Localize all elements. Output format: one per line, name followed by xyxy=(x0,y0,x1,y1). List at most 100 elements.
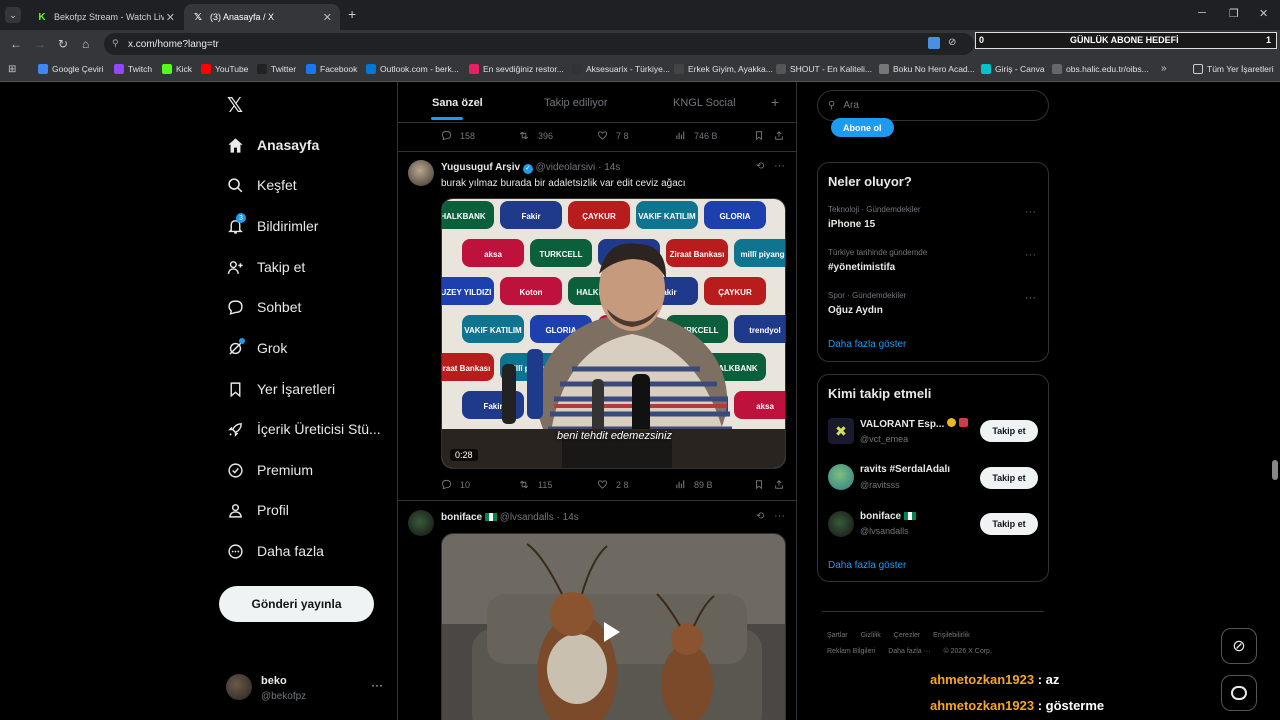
nav-item-rocket[interactable]: İçerik Üreticisi Stü... xyxy=(226,420,381,438)
more-options-icon[interactable]: ··· xyxy=(1025,249,1036,261)
more-options-icon[interactable]: ··· xyxy=(1025,292,1036,304)
new-tab-button[interactable]: + xyxy=(348,6,356,22)
nav-item-person-plus[interactable]: Takip et xyxy=(226,258,305,276)
more-options-icon[interactable]: ··· xyxy=(1025,206,1036,218)
close-tab-icon[interactable]: ✕ xyxy=(323,11,332,24)
bookmark-item[interactable]: SHOUT - En Kaliteli... xyxy=(776,64,872,74)
share-icon[interactable] xyxy=(774,130,788,141)
address-bar[interactable]: ⚲ x.com/home?lang=tr xyxy=(104,33,974,55)
show-more-trends[interactable]: Daha fazla göster xyxy=(828,339,906,350)
eye-off-icon[interactable]: ⊘ xyxy=(948,37,960,49)
bookmark-item[interactable]: YouTube xyxy=(201,64,248,74)
bookmark-item[interactable]: Twitter xyxy=(257,64,296,74)
bookmark-item[interactable]: Erkek Giyim, Ayakka... xyxy=(674,64,773,74)
bookmark-item[interactable]: Kick xyxy=(162,64,192,74)
avatar[interactable] xyxy=(828,464,854,490)
show-more-who[interactable]: Daha fazla göster xyxy=(828,560,906,571)
replie-button[interactable]: 10 xyxy=(441,479,470,490)
follow-button[interactable]: Takip et xyxy=(980,513,1038,535)
bookmark-icon[interactable] xyxy=(754,130,768,141)
tab-kngl-social[interactable]: KNGL Social xyxy=(673,97,736,109)
grok-float-button[interactable]: ⊘ xyxy=(1221,628,1257,664)
author-handle[interactable]: @lvsandalls xyxy=(500,512,554,523)
add-tab-icon[interactable]: + xyxy=(771,94,779,110)
all-bookmarks-folder[interactable]: Tüm Yer İşaretleri xyxy=(1193,64,1274,74)
tab-for-you[interactable]: Sana özel xyxy=(432,97,483,109)
repost-button[interactable]: 396 xyxy=(518,130,553,141)
author-handle[interactable]: @videolarsivi xyxy=(536,162,596,173)
footer-link[interactable]: Erişilebilirlik xyxy=(933,632,970,639)
bookmark-item[interactable]: Boku No Hero Acad... xyxy=(879,64,975,74)
footer-link[interactable]: Reklam Bilgileri xyxy=(827,648,875,655)
avatar[interactable] xyxy=(828,511,854,537)
who-name-text[interactable]: boniface xyxy=(860,511,901,522)
avatar[interactable] xyxy=(408,160,434,186)
back-icon[interactable]: ← xyxy=(10,37,22,51)
site-info-icon[interactable]: ⚲ xyxy=(112,38,119,49)
more-options-icon[interactable]: ··· xyxy=(774,510,785,522)
grok-icon[interactable]: ⟲ xyxy=(756,161,764,172)
search-input[interactable]: ⚲ Ara xyxy=(817,90,1049,121)
avatar[interactable] xyxy=(408,510,434,536)
grok-icon[interactable]: ⟲ xyxy=(756,511,764,522)
follow-button[interactable]: Takip et xyxy=(980,467,1038,489)
who-name[interactable]: ravits #SerdalAdalı xyxy=(860,464,950,475)
nav-item-bookmark[interactable]: Yer İşaretleri xyxy=(226,380,335,398)
forward-icon[interactable]: → xyxy=(34,37,46,51)
scrollbar-thumb[interactable] xyxy=(1272,460,1278,480)
tweet-time[interactable]: 14s xyxy=(604,162,620,173)
follow-button[interactable]: Takip et xyxy=(980,420,1038,442)
avatar[interactable]: ✖ xyxy=(828,418,854,444)
bookmark-icon[interactable] xyxy=(754,479,768,490)
tab-kick-stream[interactable]: K Bekofpz Stream - Watch Live on ✕ xyxy=(28,4,183,30)
who-name-text[interactable]: VALORANT Esp... xyxy=(860,419,944,430)
trend-item[interactable]: Spor · Gündemdekiler Oğuz Aydın xyxy=(828,291,906,316)
bookmark-item[interactable]: Google Çeviri xyxy=(38,64,104,74)
replie-button[interactable]: 158 xyxy=(441,130,475,141)
messages-float-button[interactable] xyxy=(1221,675,1257,711)
author-name[interactable]: boniface xyxy=(441,512,482,523)
bookmark-item[interactable]: En sevdiğiniz restor... xyxy=(469,64,564,74)
nav-item-bell[interactable]: 3 Bildirimler xyxy=(226,213,318,235)
x-logo-icon[interactable]: 𝕏 xyxy=(227,93,243,118)
bookmark-item[interactable]: Facebook xyxy=(306,64,357,74)
trend-item[interactable]: Türkiye tarihinde gündemde #yönetimistifa xyxy=(828,248,927,273)
post-button[interactable]: Gönderi yayınla xyxy=(219,586,374,622)
extension-icon[interactable] xyxy=(928,37,940,49)
tweet-video[interactable]: HALKBANK Fakir ÇAYKUR VAKIF KATILIM GLORIA ak… xyxy=(441,198,786,469)
bookmark-item[interactable]: Aksesuarix - Türkiye... xyxy=(572,64,670,74)
footer-link[interactable]: Gizlilik xyxy=(861,632,881,639)
share-icon[interactable] xyxy=(774,479,788,490)
bookmark-item[interactable]: Giriş - Canva xyxy=(981,64,1045,74)
tab-x-home[interactable]: 𝕏 (3) Anasayfa / X ✕ xyxy=(184,4,340,30)
home-button-icon[interactable]: ⌂ xyxy=(82,37,89,51)
footer-link[interactable]: Daha fazla ··· xyxy=(888,648,930,655)
tweet-video[interactable] xyxy=(441,533,786,720)
footer-link[interactable]: Çerezler xyxy=(894,632,920,639)
close-window-icon[interactable]: ✕ xyxy=(1259,7,1268,20)
bookmark-item[interactable]: Twitch xyxy=(114,64,152,74)
footer-link[interactable]: Şartlar xyxy=(827,632,848,639)
tweet-time[interactable]: 14s xyxy=(563,512,579,523)
view-button[interactable]: 746 B xyxy=(675,130,718,141)
nav-item-search[interactable]: Keşfet xyxy=(226,176,297,194)
nav-item-verified[interactable]: Premium xyxy=(226,461,313,479)
trend-item[interactable]: Teknoloji · Gündemdekiler iPhone 15 xyxy=(828,205,921,230)
more-options-icon[interactable]: ··· xyxy=(774,160,785,172)
nav-item-person[interactable]: Profil xyxy=(226,501,289,519)
bookmark-item[interactable]: obs.halic.edu.tr/oibs... xyxy=(1052,64,1149,74)
minimize-icon[interactable]: ─ xyxy=(1198,7,1206,19)
subscribe-button[interactable]: Abone ol xyxy=(831,118,894,137)
reload-icon[interactable]: ↻ xyxy=(58,37,68,51)
repost-button[interactable]: 115 xyxy=(518,479,552,490)
restore-icon[interactable]: ❐ xyxy=(1229,7,1239,20)
apps-grid-icon[interactable]: ⊞ xyxy=(8,64,16,75)
more-options-icon[interactable]: ··· xyxy=(371,678,383,692)
bookmark-item[interactable]: Outlook.com - berk... xyxy=(366,64,459,74)
view-button[interactable]: 89 B xyxy=(675,479,713,490)
tab-search-button[interactable]: ⌄ xyxy=(5,7,21,23)
nav-item-more-circle[interactable]: Daha fazla xyxy=(226,542,324,560)
like-button[interactable]: 7 8 xyxy=(597,130,629,141)
nav-item-chat[interactable]: Sohbet xyxy=(226,298,301,316)
close-tab-icon[interactable]: ✕ xyxy=(166,11,175,24)
